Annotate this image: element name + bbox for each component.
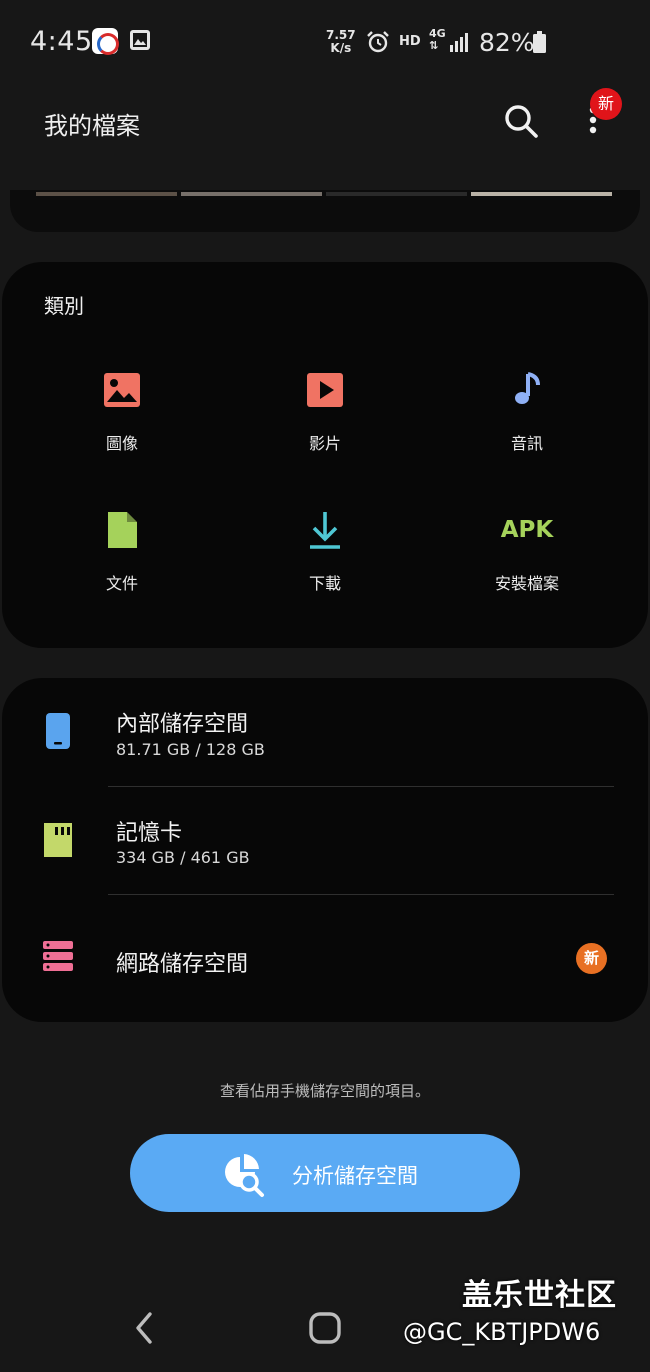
network-type: 4G ⇅ — [429, 27, 446, 52]
battery-icon — [533, 31, 546, 53]
recent-thumbnail[interactable] — [181, 192, 322, 196]
recent-thumbnail[interactable] — [326, 192, 467, 196]
video-icon — [307, 373, 343, 407]
gallery-notification-icon — [130, 30, 150, 50]
storage-usage: 81.71 GB / 128 GB — [116, 740, 265, 759]
watermark-user: @GC_KBTJPDW6 — [403, 1318, 601, 1346]
document-icon — [108, 512, 137, 548]
analyze-hint: 查看佔用手機儲存空間的項目。 — [219, 1082, 430, 1100]
storage-sd-card[interactable]: 記憶卡 334 GB / 461 GB — [0, 786, 650, 894]
analyze-storage-icon — [225, 1154, 264, 1197]
recent-thumbnails[interactable] — [36, 192, 612, 196]
hd-voice-badge: HD — [399, 34, 421, 49]
new-badge: 新 — [576, 943, 607, 974]
recent-thumbnail[interactable] — [471, 192, 612, 196]
storage-name: 記憶卡 — [116, 821, 183, 846]
battery-percentage: 82% — [479, 28, 535, 57]
image-icon — [104, 373, 140, 407]
music-icon — [515, 372, 540, 404]
category-images[interactable]: 圖像 — [42, 368, 202, 478]
status-time: 4:45 — [30, 26, 93, 57]
search-icon[interactable] — [502, 102, 540, 140]
category-label: 影片 — [308, 434, 341, 453]
category-label: 下載 — [308, 574, 341, 593]
category-audio[interactable]: 音訊 — [447, 368, 607, 478]
category-label: 音訊 — [510, 434, 543, 453]
storage-name: 網路儲存空間 — [116, 952, 249, 977]
home-icon[interactable] — [306, 1308, 344, 1348]
category-label: 圖像 — [105, 434, 138, 453]
recent-files-card — [10, 190, 640, 232]
analyze-storage-label: 分析儲存空間 — [292, 1165, 418, 1188]
category-videos[interactable]: 影片 — [245, 368, 405, 478]
storage-name: 內部儲存空間 — [116, 712, 249, 737]
network-storage-icon — [43, 941, 73, 971]
recent-thumbnail[interactable] — [36, 192, 177, 196]
apk-icon: APK — [500, 517, 554, 543]
back-icon[interactable] — [128, 1308, 162, 1348]
download-icon — [310, 512, 340, 549]
category-documents[interactable]: 文件 — [42, 508, 202, 618]
storage-usage: 334 GB / 461 GB — [116, 848, 250, 867]
analyze-storage-button[interactable]: 分析儲存空間 — [130, 1134, 520, 1212]
status-bar: 4:45 7.57 K/s HD 4G ⇅ 82% — [0, 0, 650, 84]
alarm-icon — [367, 31, 389, 53]
category-installation-files[interactable]: APK 安裝檔案 — [447, 508, 607, 618]
new-badge-menu: 新 — [590, 88, 622, 120]
watermark-logo: 盖乐世社区 — [462, 1278, 617, 1313]
notification-app-icon — [92, 28, 119, 55]
category-downloads[interactable]: 下載 — [245, 508, 405, 618]
phone-icon — [46, 713, 70, 749]
category-label: 文件 — [105, 574, 138, 593]
page-title: 我的檔案 — [44, 112, 140, 140]
categories-heading: 類別 — [44, 294, 84, 318]
storage-network[interactable]: 網路儲存空間 新 — [0, 894, 650, 1002]
network-speed: 7.57 K/s — [326, 28, 356, 55]
storage-internal[interactable]: 內部儲存空間 81.71 GB / 128 GB — [0, 678, 650, 786]
category-label: 安裝檔案 — [494, 574, 559, 593]
signal-icon — [450, 33, 468, 52]
sd-card-icon — [44, 823, 72, 857]
